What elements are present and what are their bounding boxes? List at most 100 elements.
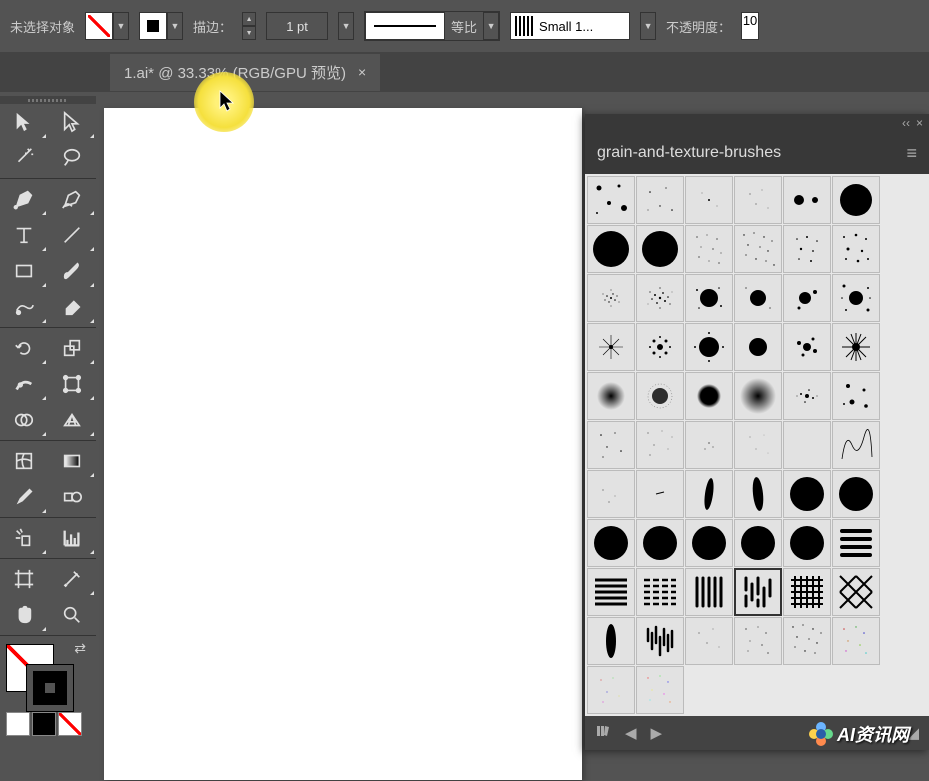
stroke-stepper[interactable]: ▲ ▼: [242, 12, 256, 40]
zoom-tool[interactable]: [48, 597, 96, 633]
brush-item[interactable]: [636, 470, 684, 518]
brush-item[interactable]: [832, 372, 880, 420]
brush-item[interactable]: [587, 666, 635, 714]
brush-item[interactable]: [783, 421, 831, 469]
brush-definition[interactable]: Small 1...: [510, 12, 630, 40]
mesh-tool[interactable]: [0, 443, 48, 479]
type-tool[interactable]: [0, 217, 48, 253]
brush-item[interactable]: [734, 323, 782, 371]
column-graph-tool[interactable]: [48, 520, 96, 556]
panel-resize-icon[interactable]: ◢: [907, 724, 919, 742]
shaper-tool[interactable]: [0, 289, 48, 325]
brush-item[interactable]: [734, 225, 782, 273]
brush-item[interactable]: [734, 470, 782, 518]
profile-dropdown[interactable]: ▼: [483, 12, 499, 40]
eraser-tool[interactable]: [48, 289, 96, 325]
stroke-color-swatch[interactable]: [26, 664, 74, 712]
tab-close-icon[interactable]: ×: [358, 64, 366, 80]
brush-item[interactable]: [636, 372, 684, 420]
brush-item[interactable]: [734, 519, 782, 567]
color-mode-gradient[interactable]: [32, 712, 56, 736]
brush-item[interactable]: [636, 568, 684, 616]
brush-item[interactable]: [636, 666, 684, 714]
stroke-up-icon[interactable]: ▲: [242, 12, 256, 26]
brush-item[interactable]: [636, 176, 684, 224]
brush-item[interactable]: [685, 519, 733, 567]
brush-item[interactable]: [734, 617, 782, 665]
stroke-dropdown[interactable]: ▼: [167, 12, 183, 40]
brush-item[interactable]: [783, 274, 831, 322]
brush-item[interactable]: [832, 176, 880, 224]
brush-item[interactable]: [832, 617, 880, 665]
brush-item[interactable]: [783, 617, 831, 665]
brush-item[interactable]: [832, 519, 880, 567]
brush-item[interactable]: [587, 617, 635, 665]
panel-titlebar[interactable]: ‹‹ ×: [585, 114, 929, 132]
brush-item[interactable]: [685, 176, 733, 224]
brush-item[interactable]: [734, 176, 782, 224]
brush-item[interactable]: [636, 617, 684, 665]
direct-selection-tool[interactable]: [48, 104, 96, 140]
brush-item[interactable]: [832, 323, 880, 371]
brush-item[interactable]: [685, 274, 733, 322]
opacity-input[interactable]: 10: [741, 12, 759, 40]
brush-item[interactable]: [783, 519, 831, 567]
gradient-tool[interactable]: [48, 443, 96, 479]
toolbar-grip[interactable]: [0, 96, 96, 104]
pen-tool[interactable]: [0, 181, 48, 217]
perspective-grid-tool[interactable]: [48, 402, 96, 438]
stroke-weight-dropdown[interactable]: ▼: [338, 12, 354, 40]
brush-item[interactable]: [685, 421, 733, 469]
fill-swatch[interactable]: [85, 12, 113, 40]
artboard-tool[interactable]: [0, 561, 48, 597]
shape-builder-tool[interactable]: [0, 402, 48, 438]
brush-item[interactable]: [832, 568, 880, 616]
width-profile-preview[interactable]: [365, 12, 445, 40]
panel-title[interactable]: grain-and-texture-brushes: [597, 144, 781, 162]
free-transform-tool[interactable]: [48, 366, 96, 402]
stroke-swatch[interactable]: [139, 12, 167, 40]
fill-stroke-control[interactable]: ⇄: [0, 638, 96, 708]
symbol-sprayer-tool[interactable]: [0, 520, 48, 556]
swap-fill-stroke-icon[interactable]: ⇄: [74, 640, 86, 657]
brush-item[interactable]: [734, 372, 782, 420]
brush-item[interactable]: [734, 568, 782, 616]
brush-item[interactable]: [783, 568, 831, 616]
brush-item[interactable]: [832, 225, 880, 273]
brush-item[interactable]: [783, 323, 831, 371]
paintbrush-tool[interactable]: [48, 253, 96, 289]
slice-tool[interactable]: [48, 561, 96, 597]
lasso-tool[interactable]: [48, 140, 96, 176]
curvature-tool[interactable]: [48, 181, 96, 217]
fill-dropdown[interactable]: ▼: [113, 12, 129, 40]
line-tool[interactable]: [48, 217, 96, 253]
artboard[interactable]: [104, 108, 582, 780]
brush-item[interactable]: [636, 421, 684, 469]
brush-item[interactable]: [636, 323, 684, 371]
brush-item[interactable]: [587, 225, 635, 273]
brush-item[interactable]: /**/: [587, 274, 635, 322]
color-mode-none[interactable]: [58, 712, 82, 736]
panel-menu-icon[interactable]: ≡: [906, 143, 917, 164]
brush-item[interactable]: [734, 421, 782, 469]
brush-item[interactable]: [783, 372, 831, 420]
stroke-weight-input[interactable]: [266, 12, 328, 40]
brush-item[interactable]: [734, 274, 782, 322]
brush-item[interactable]: [685, 617, 733, 665]
brush-item[interactable]: [587, 421, 635, 469]
library-menu-icon[interactable]: [595, 723, 611, 743]
brush-item[interactable]: [783, 176, 831, 224]
rotate-tool[interactable]: [0, 330, 48, 366]
color-mode-color[interactable]: [6, 712, 30, 736]
magic-wand-tool[interactable]: [0, 140, 48, 176]
panel-collapse-icon[interactable]: ‹‹: [902, 116, 910, 130]
brush-dropdown[interactable]: ▼: [640, 12, 656, 40]
brush-item[interactable]: [587, 323, 635, 371]
brush-item[interactable]: [783, 470, 831, 518]
brush-item[interactable]: [685, 470, 733, 518]
brush-item[interactable]: [636, 519, 684, 567]
brush-item[interactable]: [685, 225, 733, 273]
brush-item[interactable]: [636, 225, 684, 273]
brush-item[interactable]: [685, 323, 733, 371]
brush-item[interactable]: [587, 470, 635, 518]
